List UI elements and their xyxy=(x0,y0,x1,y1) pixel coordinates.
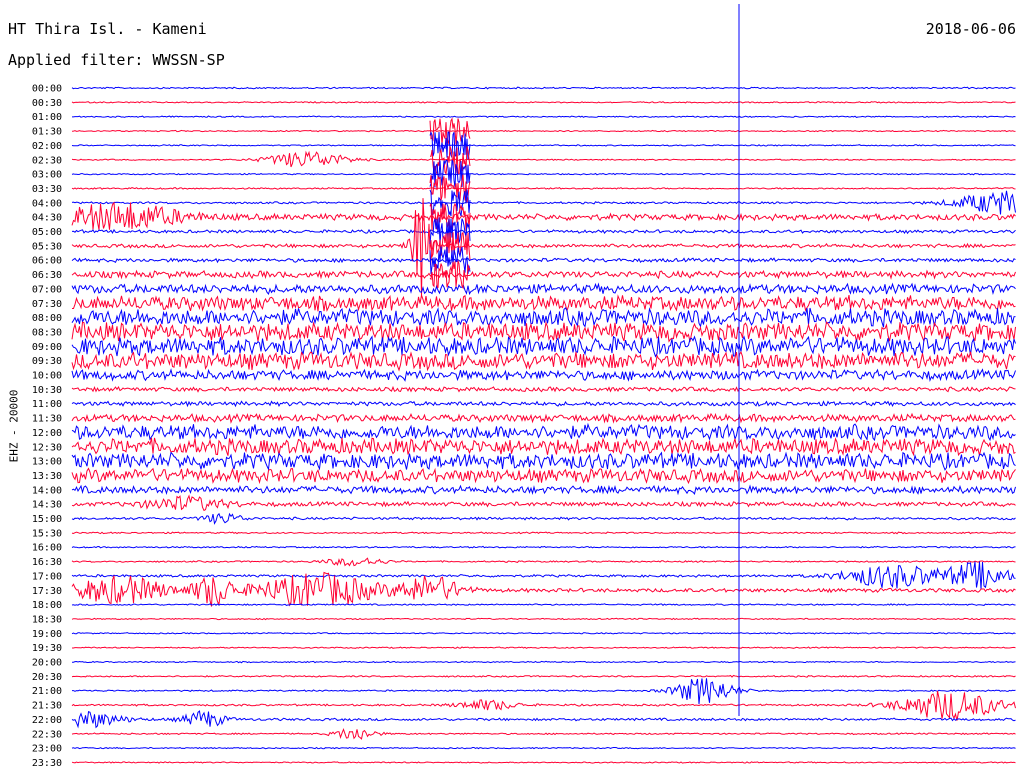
trace-time-label: 13:00 xyxy=(32,457,62,468)
trace-time-label: 18:30 xyxy=(32,614,62,625)
trace-time-label: 10:00 xyxy=(32,371,62,382)
trace-time-label: 05:00 xyxy=(32,227,62,238)
trace-time-label: 00:30 xyxy=(32,98,62,109)
trace-time-label: 22:00 xyxy=(32,715,62,726)
seismic-trace xyxy=(71,512,1016,525)
trace-time-label: 07:00 xyxy=(32,284,62,295)
seismic-trace xyxy=(71,400,1016,408)
seismic-trace xyxy=(71,494,1016,512)
seismic-trace xyxy=(71,531,1016,535)
trace-time-label: 09:30 xyxy=(32,356,62,367)
seismic-trace xyxy=(71,368,1016,382)
trace-time-label: 05:30 xyxy=(32,241,62,252)
seismic-trace xyxy=(71,571,1016,607)
trace-time-label: 19:30 xyxy=(32,643,62,654)
seismic-trace xyxy=(71,335,1016,358)
seismic-trace xyxy=(71,690,1016,721)
seismic-trace xyxy=(71,727,1016,740)
seismic-trace xyxy=(71,307,1016,328)
seismic-trace xyxy=(71,674,1016,678)
trace-time-label: 09:00 xyxy=(32,342,62,353)
trace-time-label: 11:00 xyxy=(32,399,62,410)
seismic-trace xyxy=(71,150,1016,168)
trace-time-label: 06:00 xyxy=(32,256,62,267)
trace-time-label: 17:00 xyxy=(32,571,62,582)
seismic-trace xyxy=(71,761,1016,764)
trace-time-label: 01:00 xyxy=(32,112,62,123)
trace-time-label: 00:00 xyxy=(32,84,62,95)
trace-time-label: 06:30 xyxy=(32,270,62,281)
trace-time-label: 15:30 xyxy=(32,528,62,539)
trace-time-label: 22:30 xyxy=(32,729,62,740)
trace-time-label: 01:30 xyxy=(32,127,62,138)
trace-time-label: 04:00 xyxy=(32,198,62,209)
trace-time-label: 07:30 xyxy=(32,299,62,310)
trace-time-label: 17:30 xyxy=(32,586,62,597)
trace-time-label: 10:30 xyxy=(32,385,62,396)
seismic-trace xyxy=(71,385,1016,393)
seismic-trace xyxy=(71,437,1016,457)
seismic-trace xyxy=(71,187,1016,190)
seismic-trace xyxy=(72,646,1016,649)
trace-time-label: 14:00 xyxy=(32,485,62,496)
trace-time-label: 20:00 xyxy=(32,658,62,669)
seismic-trace xyxy=(72,115,1016,118)
seismic-trace xyxy=(71,561,1016,590)
seismic-trace xyxy=(71,746,1016,750)
seismic-trace xyxy=(71,101,1016,104)
trace-time-label: 18:00 xyxy=(32,600,62,611)
seismic-trace xyxy=(71,412,1016,424)
trace-time-label: 04:30 xyxy=(32,213,62,224)
trace-time-label: 15:00 xyxy=(32,514,62,525)
trace-time-label: 08:00 xyxy=(32,313,62,324)
seismic-trace xyxy=(71,617,1016,621)
seismic-trace xyxy=(71,228,1016,235)
seismic-trace xyxy=(71,557,1016,567)
event-burst xyxy=(429,231,471,260)
seismic-trace xyxy=(71,422,1016,442)
seismic-trace xyxy=(71,190,1016,215)
seismic-trace xyxy=(71,321,1016,343)
seismic-trace xyxy=(71,172,1016,176)
seismic-trace xyxy=(71,710,1016,729)
trace-time-label: 12:00 xyxy=(32,428,62,439)
seismic-trace xyxy=(71,467,1016,485)
seismic-trace xyxy=(72,660,1016,664)
seismic-trace xyxy=(72,678,1016,705)
trace-time-label: 12:30 xyxy=(32,442,62,453)
seismic-trace xyxy=(71,484,1016,496)
trace-time-label: 11:30 xyxy=(32,414,62,425)
trace-time-label: 21:00 xyxy=(32,686,62,697)
seismic-trace xyxy=(71,129,1016,133)
seismic-trace xyxy=(71,451,1016,471)
trace-time-label: 23:30 xyxy=(32,758,62,769)
seismic-trace xyxy=(71,603,1016,606)
seismic-trace xyxy=(71,632,1016,635)
seismic-trace xyxy=(71,201,1016,230)
trace-time-label: 02:00 xyxy=(32,141,62,152)
seismic-trace xyxy=(71,545,1016,549)
seismic-trace xyxy=(71,269,1016,280)
seismic-trace xyxy=(71,257,1016,264)
trace-time-label: 03:00 xyxy=(32,170,62,181)
trace-time-label: 16:00 xyxy=(32,543,62,554)
seismic-trace xyxy=(72,293,1016,313)
trace-time-label: 02:30 xyxy=(32,155,62,166)
trace-time-label: 08:30 xyxy=(32,327,62,338)
helicorder-plot: 00:00 00:30 01:00 01:30 02:00 02:30 03:00 03:30… xyxy=(32,4,1016,769)
trace-time-label: 03:30 xyxy=(32,184,62,195)
trace-time-label: 20:30 xyxy=(32,672,62,683)
trace-time-label: 14:30 xyxy=(32,500,62,511)
seismic-trace xyxy=(71,144,1016,147)
trace-time-label: 23:00 xyxy=(32,744,62,755)
seismic-trace xyxy=(71,282,1016,296)
seismic-trace xyxy=(71,86,1016,90)
trace-time-label: 21:30 xyxy=(32,701,62,712)
seismic-trace xyxy=(71,198,1016,297)
trace-time-label: 13:30 xyxy=(32,471,62,482)
trace-time-label: 19:00 xyxy=(32,629,62,640)
trace-time-label: 16:30 xyxy=(32,557,62,568)
